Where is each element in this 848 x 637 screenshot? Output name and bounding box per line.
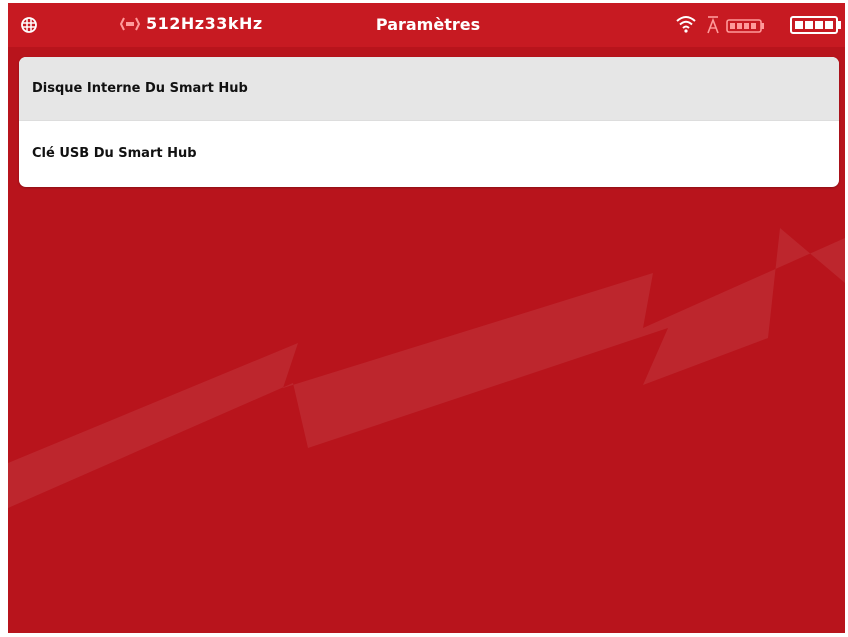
list-item-label: Clé USB Du Smart Hub xyxy=(32,145,197,161)
app-screen: 512Hz33kHz Paramètres Disque Interne Du … xyxy=(8,3,845,633)
wifi-icon xyxy=(676,16,696,33)
small-battery-icon xyxy=(726,19,764,33)
network-grid-icon xyxy=(21,17,37,33)
status-bar: 512Hz33kHz Paramètres xyxy=(8,3,845,47)
list-item-usb-key[interactable]: Clé USB Du Smart Hub xyxy=(19,121,839,185)
frequency-indicator: 512Hz33kHz xyxy=(120,14,263,33)
battery-icon xyxy=(790,16,841,34)
a-bar-icon xyxy=(707,16,719,34)
page-title: Paramètres xyxy=(375,15,481,34)
list-item-label: Disque Interne Du Smart Hub xyxy=(32,81,248,96)
storage-list: Disque Interne Du Smart Hub Clé USB Du S… xyxy=(19,57,839,187)
frequency-label: 512Hz33kHz xyxy=(146,14,263,33)
signal-bracket-icon xyxy=(120,17,140,30)
list-item-internal-disk[interactable]: Disque Interne Du Smart Hub xyxy=(19,57,839,120)
